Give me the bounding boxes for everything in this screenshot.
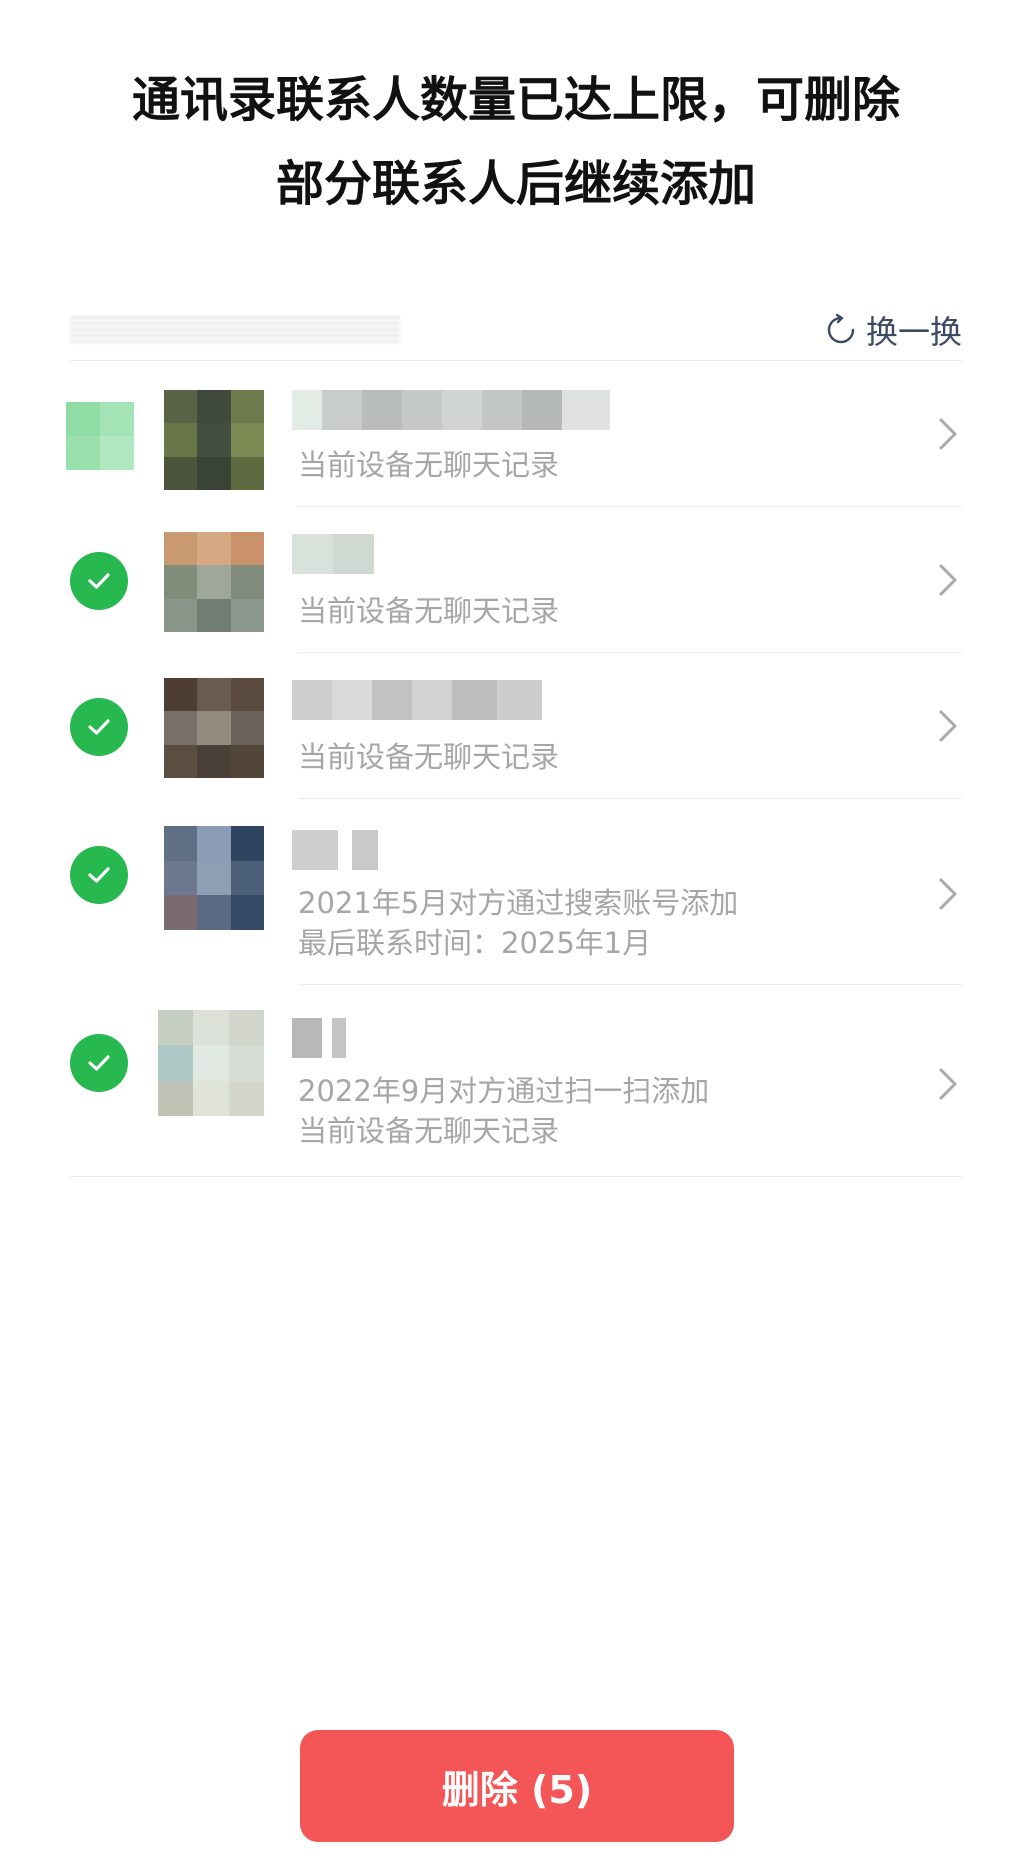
contact-row[interactable]: 2022年9月对方通过扫一扫添加 当前设备无聊天记录 — [0, 986, 1032, 1176]
chevron-right-icon — [939, 710, 957, 742]
selected-check-icon[interactable] — [70, 552, 128, 610]
refresh-button[interactable]: 换一换 — [824, 308, 962, 352]
selected-check-icon[interactable] — [70, 1034, 128, 1092]
divider — [298, 506, 962, 507]
contact-row[interactable]: 当前设备无聊天记录 — [0, 508, 1032, 654]
contact-row[interactable]: 当前设备无聊天记录 — [0, 654, 1032, 800]
delete-button[interactable]: 删除 (5) — [300, 1730, 734, 1842]
title-line-2: 部分联系人后继续添加 — [275, 156, 756, 212]
avatar — [164, 390, 264, 490]
contact-row[interactable]: 2021年5月对方通过搜索账号添加 最后联系时间：2025年1月 — [0, 800, 1032, 986]
divider — [298, 984, 962, 985]
chevron-right-icon — [939, 418, 957, 450]
divider — [70, 360, 962, 361]
contact-source: 2022年9月对方通过扫一扫添加 — [298, 1074, 710, 1108]
refresh-icon — [827, 313, 855, 344]
contact-name-blurred — [292, 390, 610, 430]
selected-check-icon[interactable] — [70, 698, 128, 756]
selection-indicator[interactable] — [66, 402, 134, 470]
avatar — [164, 826, 264, 930]
selected-check-icon[interactable] — [70, 846, 128, 904]
divider — [298, 652, 962, 653]
avatar — [164, 532, 264, 632]
avatar — [158, 1010, 264, 1116]
contact-source: 2021年5月对方通过搜索账号添加 — [298, 886, 739, 920]
list-header: 换一换 — [70, 300, 962, 360]
divider — [298, 798, 962, 799]
contact-name-blurred — [292, 1018, 346, 1058]
contact-name-blurred — [292, 680, 542, 720]
page-title: 通讯录联系人数量已达上限，可删除 部分联系人后继续添加 — [0, 58, 1032, 226]
avatar — [164, 678, 264, 778]
chevron-right-icon — [939, 878, 957, 910]
chevron-right-icon — [939, 564, 957, 596]
contact-row[interactable]: 当前设备无聊天记录 — [0, 362, 1032, 508]
contact-name-blurred — [292, 830, 378, 870]
contact-last-contact: 最后联系时间：2025年1月 — [298, 926, 652, 960]
blurred-section-label — [70, 316, 400, 344]
contact-status: 当前设备无聊天记录 — [298, 594, 560, 628]
chevron-right-icon — [939, 1068, 957, 1100]
divider — [70, 1176, 962, 1177]
contact-name-blurred — [292, 534, 374, 574]
title-line-1: 通讯录联系人数量已达上限，可删除 — [131, 72, 900, 128]
refresh-label: 换一换 — [865, 313, 962, 351]
contact-status: 当前设备无聊天记录 — [298, 740, 560, 774]
contact-status: 当前设备无聊天记录 — [298, 1114, 560, 1148]
contact-status: 当前设备无聊天记录 — [298, 448, 560, 482]
